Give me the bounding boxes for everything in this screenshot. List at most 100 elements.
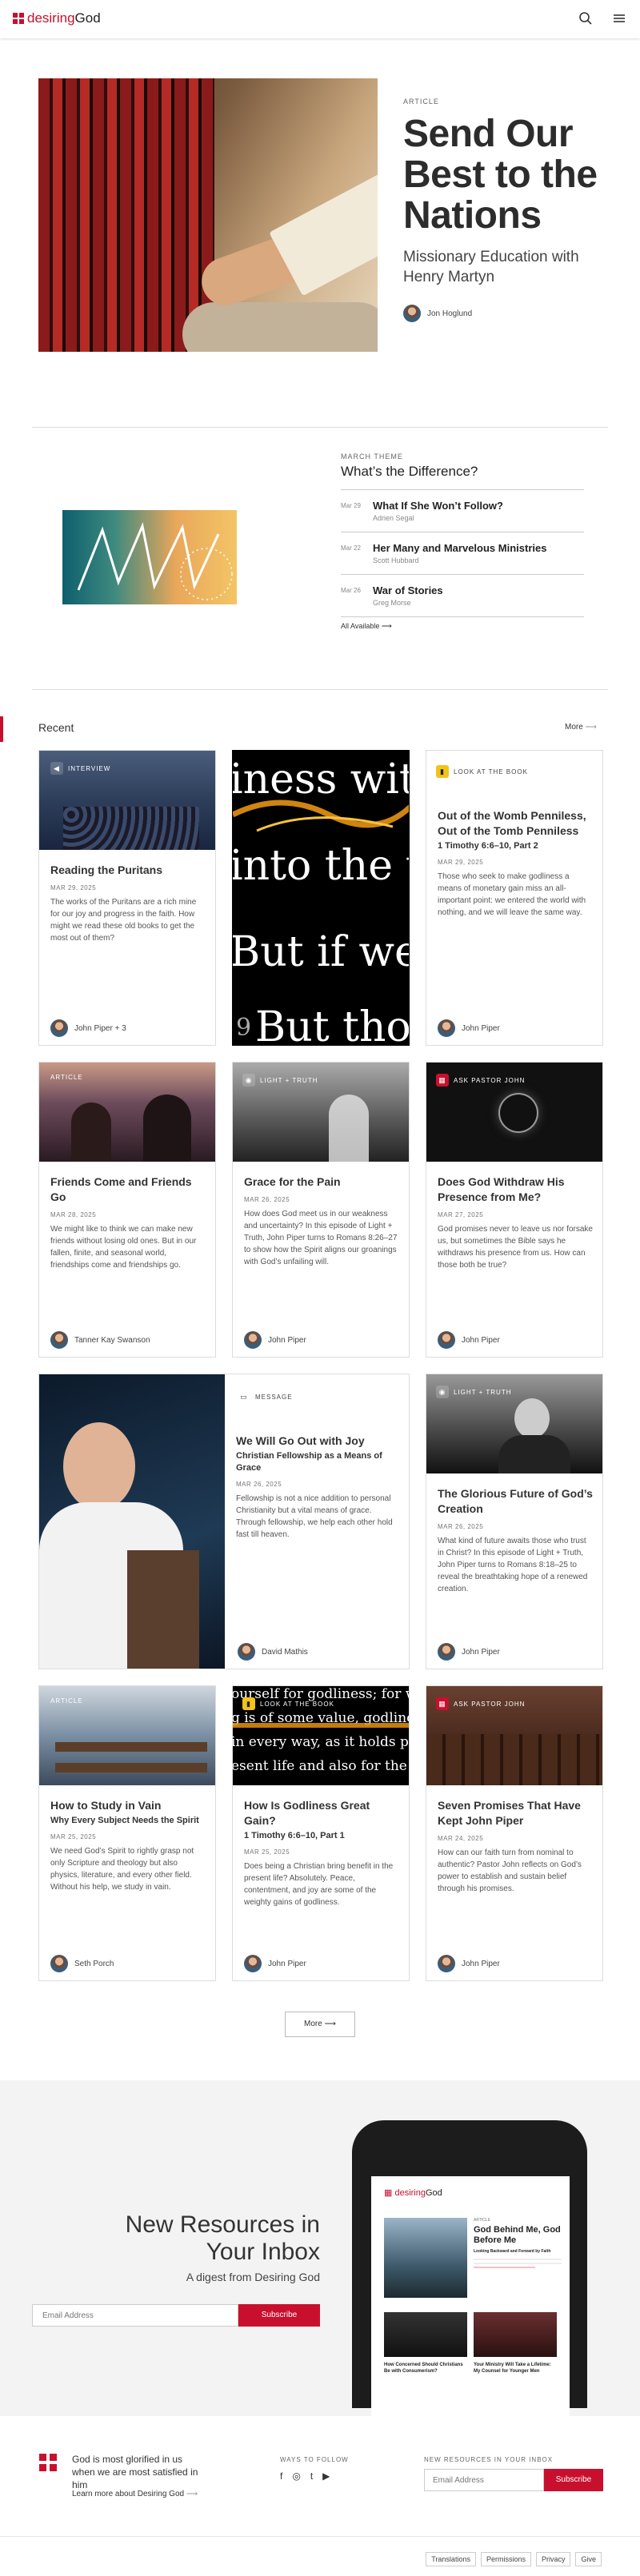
content-card[interactable]: ◀ INTERVIEW Reading the Puritans MAR 29, … bbox=[38, 750, 216, 1046]
phone-brand-b: God bbox=[426, 2188, 442, 2198]
hero-author[interactable]: Jon Hoglund bbox=[403, 305, 611, 322]
card-badge: ARTICLE bbox=[50, 1074, 83, 1081]
underline-stroke bbox=[233, 800, 409, 832]
avatar bbox=[244, 1955, 262, 1972]
featured-card[interactable]: ▭ MESSAGE We Will Go Out with Joy Christi… bbox=[38, 1374, 410, 1669]
card-date: MAR 26, 2025 bbox=[438, 1523, 484, 1530]
card-badge-label: LOOK AT THE BOOK bbox=[454, 768, 528, 776]
phone-item-title: How Concerned Should Christians Be with … bbox=[384, 2363, 463, 2374]
card-author-name: John Piper + 3 bbox=[74, 1023, 126, 1033]
phone-headline: God Behind Me, God Before Me bbox=[474, 2225, 561, 2245]
card-badge: ▦ ASK PASTOR JOHN bbox=[436, 1074, 525, 1087]
card-badge-label: INTERVIEW bbox=[68, 764, 111, 772]
card-subtitle: Christian Fellowship as a Means of Grace bbox=[236, 1451, 382, 1473]
content-card[interactable]: ◉ LIGHT + TRUTH The Glorious Future of Go… bbox=[426, 1374, 603, 1669]
footer-email-input[interactable]: Email Address bbox=[424, 2469, 544, 2491]
section-marker bbox=[0, 716, 3, 742]
newsletter-title: New Resources in Your Inbox bbox=[125, 2211, 320, 2265]
footer-links: Translations Permissions Privacy Give bbox=[426, 2552, 602, 2566]
phone-logo: ▦ desiringGod bbox=[384, 2187, 442, 2198]
footer-link-translations[interactable]: Translations bbox=[426, 2552, 476, 2566]
card-author-name: David Mathis bbox=[262, 1647, 308, 1657]
youtube-icon[interactable]: ▶ bbox=[322, 2470, 330, 2482]
card-date: MAR 24, 2025 bbox=[438, 1835, 484, 1842]
card-title: Reading the Puritans bbox=[50, 863, 163, 876]
twitter-icon[interactable]: t bbox=[310, 2470, 313, 2482]
card-badge-label: LIGHT + TRUTH bbox=[260, 1076, 318, 1084]
card-title: How Is Godliness Great Gain? bbox=[244, 1799, 370, 1827]
play-icon: ◉ bbox=[242, 1074, 255, 1087]
card-author: David Mathis bbox=[238, 1643, 308, 1661]
newsletter-subscribe-button[interactable]: Subscribe bbox=[238, 2304, 320, 2327]
theme-item[interactable]: Mar 26 War of Stories Greg Morse bbox=[341, 574, 584, 617]
footer-link-permissions[interactable]: Permissions bbox=[480, 2552, 531, 2566]
facebook-icon[interactable]: f bbox=[280, 2470, 282, 2482]
newsletter-email-input[interactable]: Email Address bbox=[32, 2304, 238, 2327]
hero-image[interactable] bbox=[38, 78, 378, 352]
card-excerpt: We might like to think we can make new f… bbox=[50, 1225, 197, 1270]
card-date: MAR 28, 2025 bbox=[50, 1211, 97, 1218]
phone-screen: ▦ desiringGod ARTICLE God Behind Me, God… bbox=[371, 2176, 570, 2416]
card-title: Does God Withdraw His Presence from Me? bbox=[438, 1175, 565, 1203]
card-title: How to Study in Vain bbox=[50, 1799, 162, 1812]
card-author-name: John Piper bbox=[268, 1335, 306, 1345]
type-line: into the w bbox=[232, 842, 409, 890]
footer-subscribe-button[interactable]: Subscribe bbox=[544, 2469, 603, 2491]
hero-author-name: Jon Hoglund bbox=[427, 309, 473, 318]
ask-pastor-john-icon: ▦ bbox=[436, 1074, 449, 1087]
content-card[interactable]: ARTICLE Friends Come and Friends Go MAR … bbox=[38, 1062, 216, 1358]
card-subtitle: 1 Timothy 6:6–10, Part 2 bbox=[438, 841, 538, 851]
card-title: The Glorious Future of God’s Creation bbox=[438, 1487, 593, 1515]
card-title: Friends Come and Friends Go bbox=[50, 1175, 192, 1203]
search-icon[interactable] bbox=[578, 11, 594, 27]
card-date: MAR 29, 2025 bbox=[50, 884, 97, 891]
content-card[interactable]: ▮ LOOK AT THE BOOK Out of the Womb Pennil… bbox=[426, 750, 603, 1046]
type-line: esent life and also for the life t bbox=[233, 1758, 409, 1774]
footer-link-privacy[interactable]: Privacy bbox=[535, 2552, 571, 2566]
more-button[interactable]: More ⟶ bbox=[285, 2012, 355, 2037]
video-icon: ▭ bbox=[240, 1392, 248, 1401]
arrow-right-icon: ⟶ bbox=[324, 2020, 336, 2028]
avatar bbox=[403, 305, 421, 322]
theme-section: MARCH THEME What’s the Difference? Mar 2… bbox=[341, 453, 584, 631]
card-title: We Will Go Out with Joy bbox=[236, 1434, 365, 1447]
card-excerpt: How does God meet us in our weakness and… bbox=[244, 1210, 398, 1266]
card-title: Out of the Womb Penniless, Out of the To… bbox=[438, 809, 586, 837]
content-card[interactable]: ▦ ASK PASTOR JOHN Does God Withdraw His P… bbox=[426, 1062, 603, 1358]
social-links: f ◎ t ▶ bbox=[280, 2470, 330, 2482]
card-badge: ◀ INTERVIEW bbox=[50, 762, 110, 775]
theme-image[interactable] bbox=[62, 510, 237, 604]
content-card[interactable]: ◉ LIGHT + TRUTH Grace for the Pain MAR 26… bbox=[232, 1062, 410, 1358]
content-card[interactable]: ourself for godliness; for whi g is of s… bbox=[232, 1685, 410, 1981]
phone-subhead: Looking Backward and Forward by Faith bbox=[474, 2249, 551, 2254]
hero-subtitle: Missionary Education with Henry Martyn bbox=[403, 249, 579, 285]
theme-item[interactable]: Mar 29 What If She Won’t Follow? Adrien S… bbox=[341, 489, 584, 532]
content-card[interactable]: ARTICLE How to Study in Vain Why Every S… bbox=[38, 1685, 216, 1981]
footer-link-give[interactable]: Give bbox=[575, 2552, 602, 2566]
card-badge-label: LIGHT + TRUTH bbox=[454, 1388, 512, 1396]
avatar bbox=[438, 1331, 455, 1349]
phone-logo-mark-icon: ▦ bbox=[384, 2188, 393, 2198]
menu-icon[interactable] bbox=[611, 11, 627, 27]
theme-item-author: Greg Morse bbox=[373, 599, 411, 607]
footer-learn-link[interactable]: Learn more about Desiring God ⟶ bbox=[72, 2490, 198, 2498]
recent-more-label: More bbox=[565, 723, 583, 732]
site-logo[interactable]: desiringGod bbox=[13, 10, 101, 26]
recent-more-link[interactable]: More ⟶ bbox=[565, 723, 597, 732]
theme-item[interactable]: Mar 22 Her Many and Marvelous Ministries… bbox=[341, 532, 584, 574]
footer-logo-icon[interactable] bbox=[38, 2453, 58, 2472]
theme-title[interactable]: What’s the Difference? bbox=[341, 464, 584, 480]
type-card[interactable]: iness wit into the w But if we But tho 9 bbox=[232, 750, 410, 1046]
card-author: John Piper bbox=[244, 1955, 306, 1972]
content-card[interactable]: ▦ ASK PASTOR JOHN Seven Promises That Hav… bbox=[426, 1685, 603, 1981]
card-author: John Piper bbox=[438, 1331, 500, 1349]
all-available-link[interactable]: All Available ⟶ bbox=[341, 622, 584, 631]
card-author: Seth Porch bbox=[50, 1955, 114, 1972]
card-author-name: John Piper bbox=[268, 1959, 306, 1968]
card-author: Tanner Kay Swanson bbox=[50, 1331, 150, 1349]
theme-item-date: Mar 29 bbox=[341, 502, 361, 509]
card-author-name: Tanner Kay Swanson bbox=[74, 1335, 150, 1345]
instagram-icon[interactable]: ◎ bbox=[292, 2470, 300, 2482]
site-header: desiringGod bbox=[0, 0, 640, 38]
hero-title[interactable]: Send Our Best to the Nations bbox=[403, 114, 611, 236]
